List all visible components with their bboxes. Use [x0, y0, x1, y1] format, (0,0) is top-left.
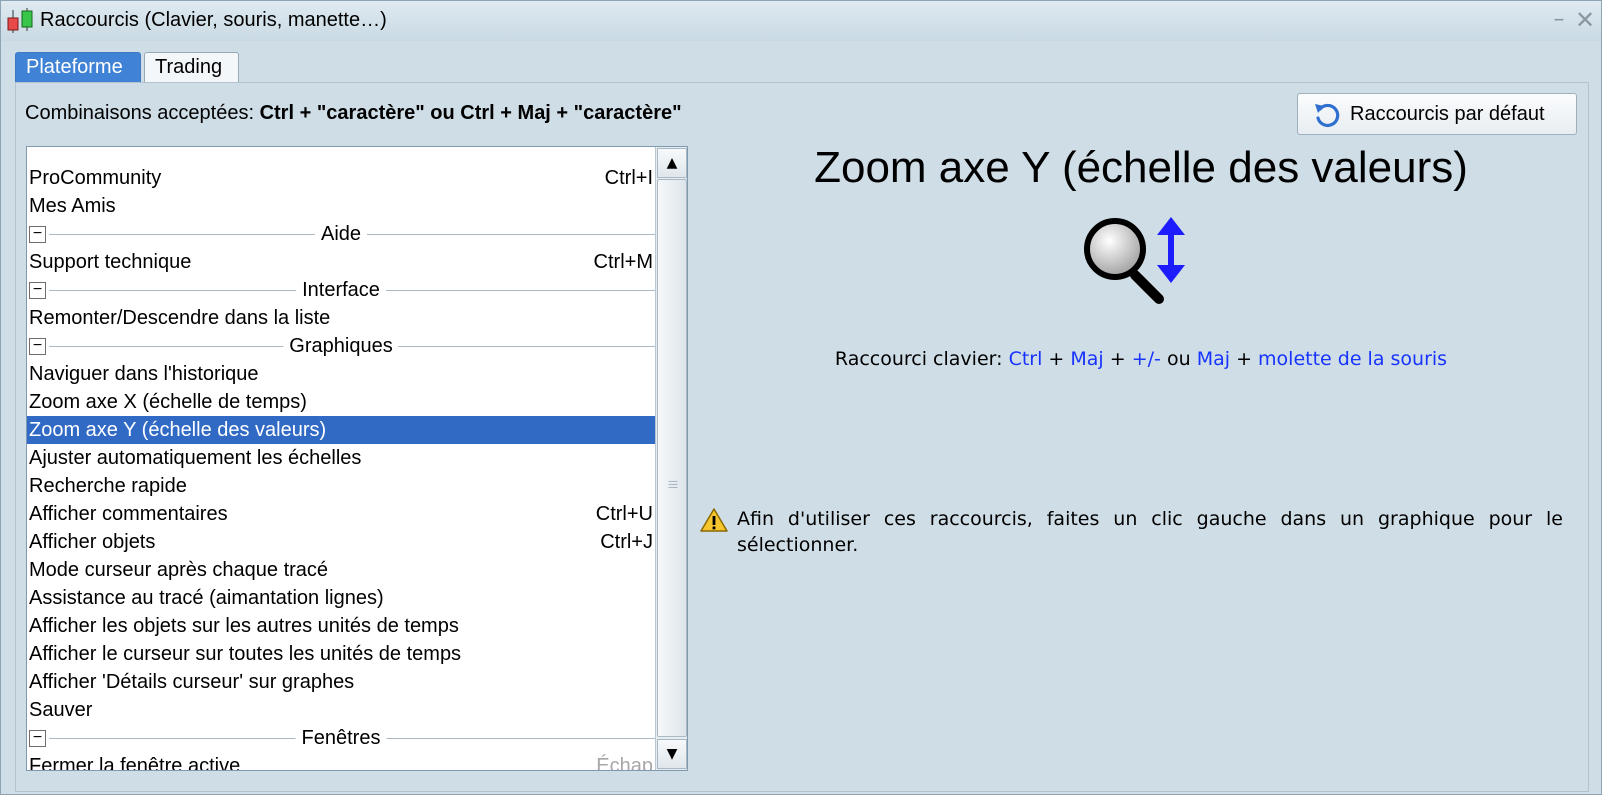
- list-item[interactable]: Zoom axe X (échelle de temps): [27, 388, 655, 416]
- group-header: − Fenêtres: [27, 724, 655, 752]
- tab-trading[interactable]: Trading: [144, 52, 239, 82]
- list-item-selected[interactable]: Zoom axe Y (échelle des valeurs): [27, 416, 655, 444]
- shortcut-key-label: Échap: [596, 755, 653, 771]
- shortcut-action-label: Mes Amis: [29, 195, 116, 217]
- warning-icon: [700, 508, 728, 532]
- shortcut-action-label: Zoom axe Y (échelle des valeurs): [29, 419, 327, 441]
- scroll-down-button[interactable]: ▼: [657, 739, 687, 769]
- shortcut-action-label: Zoom axe X (échelle de temps): [29, 391, 307, 413]
- keyboard-shortcut-description: Raccourci clavier: Ctrl + Maj + +/- ou M…: [691, 348, 1591, 370]
- scroll-up-button[interactable]: ▲: [657, 148, 687, 178]
- shortcut-action-label: Afficher commentaires: [29, 503, 228, 525]
- tab-plateforme[interactable]: Plateforme: [15, 52, 141, 82]
- candlestick-app-icon: [7, 8, 33, 33]
- shortcut-action-label: Afficher 'Détails curseur' sur graphes: [29, 671, 355, 693]
- shortcut-action-label: Sauver: [29, 699, 93, 721]
- list-item[interactable]: Fermer la fenêtre active Échap: [27, 752, 655, 771]
- key-maj: Maj: [1070, 348, 1104, 370]
- list-item[interactable]: Mes Amis: [27, 192, 655, 220]
- title-bar[interactable]: Raccourcis (Clavier, souris, manette…) –…: [1, 1, 1601, 41]
- plus-separator: +: [1048, 348, 1065, 370]
- list-item[interactable]: Afficher commentaires Ctrl+U: [27, 500, 655, 528]
- shortcut-key-label: Ctrl+I: [604, 167, 653, 189]
- group-header: − Graphiques: [27, 332, 655, 360]
- plus-separator: +: [1109, 348, 1126, 370]
- close-button[interactable]: ✕: [1573, 7, 1597, 33]
- group-header: − Interface: [27, 276, 655, 304]
- minimize-button[interactable]: –: [1547, 7, 1571, 33]
- key-maj: Maj: [1196, 348, 1231, 370]
- plus-separator: +: [1236, 348, 1252, 370]
- shortcut-list[interactable]: ProCommunity Ctrl+I Mes Amis − Aide Support t…: [26, 146, 688, 771]
- list-item[interactable]: Naviguer dans l'historique: [27, 360, 655, 388]
- shortcut-label: Raccourci clavier:: [834, 348, 1003, 370]
- list-item[interactable]: Ajuster automatiquement les échelles: [27, 444, 655, 472]
- group-label: Aide: [314, 220, 368, 248]
- shortcut-action-label: Ajuster automatiquement les échelles: [29, 447, 362, 469]
- zoom-vertical-icon: [1084, 217, 1185, 304]
- shortcut-detail-title: Zoom axe Y (échelle des valeurs): [814, 143, 1468, 192]
- or-separator: ou: [1166, 348, 1191, 370]
- shortcut-action-label: Support technique: [29, 251, 192, 273]
- window-title: Raccourcis (Clavier, souris, manette…): [40, 9, 387, 31]
- shortcut-key-label: Ctrl+J: [600, 531, 653, 553]
- undo-icon: [1315, 103, 1340, 128]
- shortcut-action-label: Afficher les objets sur les autres unité…: [29, 615, 459, 637]
- shortcut-key-label: Ctrl+M: [593, 251, 653, 273]
- hint-combos: Ctrl + "caractère" ou Ctrl + Maj + "cara…: [259, 102, 682, 124]
- hint-prefix: Combinaisons acceptées:: [25, 102, 260, 124]
- group-label: Interface: [296, 276, 386, 304]
- list-scrollbar[interactable]: ▲ — — — ▼: [655, 147, 687, 770]
- list-item[interactable]: Afficher le curseur sur toutes les unité…: [27, 640, 655, 668]
- list-item[interactable]: Sauver: [27, 696, 655, 724]
- collapse-toggle-icon[interactable]: −: [29, 282, 46, 299]
- key-plus-minus: +/-: [1131, 348, 1161, 370]
- shortcut-action-label: Recherche rapide: [29, 475, 187, 497]
- group-header: − Aide: [27, 220, 655, 248]
- reset-defaults-label: Raccourcis par défaut: [1350, 103, 1545, 125]
- shortcut-action-label: Fermer la fenêtre active: [29, 755, 241, 771]
- list-item[interactable]: Recherche rapide: [27, 472, 655, 500]
- list-item[interactable]: Afficher 'Détails curseur' sur graphes: [27, 668, 655, 696]
- key-mouse-wheel: molette de la souris: [1258, 348, 1448, 370]
- collapse-toggle-icon[interactable]: −: [29, 226, 46, 243]
- collapse-toggle-icon[interactable]: −: [29, 338, 46, 355]
- shortcut-action-label: Afficher objets: [29, 531, 156, 553]
- shortcut-action-label: ProCommunity: [29, 167, 162, 189]
- key-ctrl: Ctrl: [1008, 348, 1043, 370]
- reset-defaults-button[interactable]: Raccourcis par défaut: [1297, 93, 1577, 135]
- list-item[interactable]: Mode curseur après chaque tracé: [27, 556, 655, 584]
- shortcut-action-label: Afficher le curseur sur toutes les unité…: [29, 643, 462, 665]
- shortcut-rows: ProCommunity Ctrl+I Mes Amis − Aide Support t…: [27, 147, 655, 771]
- collapse-toggle-icon[interactable]: −: [29, 730, 46, 747]
- list-item[interactable]: ProCommunity Ctrl+I: [27, 164, 655, 192]
- group-label: Fenêtres: [295, 724, 387, 752]
- group-label: Graphiques: [283, 332, 399, 360]
- scroll-thumb[interactable]: — — —: [657, 179, 687, 737]
- list-item[interactable]: Afficher objets Ctrl+J: [27, 528, 655, 556]
- shortcut-action-label: Naviguer dans l'historique: [29, 363, 259, 385]
- shortcut-key-label: Ctrl+U: [595, 503, 653, 525]
- list-item[interactable]: Afficher les objets sur les autres unité…: [27, 612, 655, 640]
- grip-icon: — — —: [668, 476, 678, 493]
- list-item[interactable]: Support technique Ctrl+M: [27, 248, 655, 276]
- list-item[interactable]: Assistance au tracé (aimantation lignes): [27, 584, 655, 612]
- warning-message: Afin d'utiliser ces raccourcis, faites u…: [737, 508, 1563, 556]
- accepted-combinations-hint: Combinaisons acceptées: Ctrl + "caractèr…: [25, 102, 682, 125]
- shortcuts-window: Raccourcis (Clavier, souris, manette…) –…: [0, 0, 1602, 795]
- shortcut-action-label: Mode curseur après chaque tracé: [29, 559, 329, 581]
- list-item-partial[interactable]: [27, 147, 655, 164]
- shortcut-action-label: Remonter/Descendre dans la liste: [29, 307, 331, 329]
- list-item[interactable]: Remonter/Descendre dans la liste: [27, 304, 655, 332]
- shortcut-action-label: Assistance au tracé (aimantation lignes): [29, 587, 384, 609]
